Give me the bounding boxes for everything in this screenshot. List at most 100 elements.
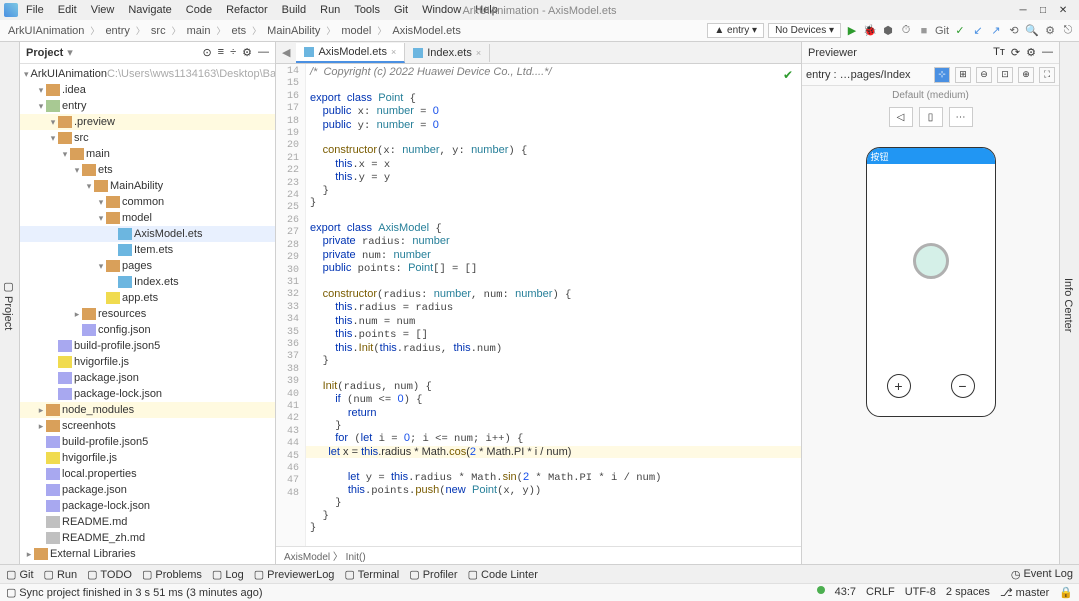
tree-node[interactable]: package-lock.json bbox=[20, 498, 275, 514]
tree-node[interactable]: package.json bbox=[20, 482, 275, 498]
tree-node[interactable]: ▾main bbox=[20, 146, 275, 162]
bottom-tab-previewerlog[interactable]: ▢ PreviewerLog bbox=[254, 568, 335, 581]
history-icon[interactable]: ⟲ bbox=[1007, 24, 1021, 38]
maximize-icon[interactable]: □ bbox=[1037, 4, 1049, 16]
tree-node[interactable]: ▸node_modules bbox=[20, 402, 275, 418]
tree-node[interactable]: ▸resources bbox=[20, 306, 275, 322]
settings-icon[interactable]: ⚙ bbox=[1043, 24, 1057, 38]
bottom-tab-log[interactable]: ▢ Log bbox=[212, 568, 244, 581]
grid-icon[interactable]: ⊞ bbox=[955, 67, 971, 83]
close-tab-icon[interactable]: × bbox=[476, 48, 481, 58]
project-tree[interactable]: ▾ArkUIAnimation C:\Users\wws1134163\Desk… bbox=[20, 64, 275, 564]
status-square-icon[interactable]: ▢ bbox=[6, 586, 16, 599]
menu-run[interactable]: Run bbox=[314, 2, 346, 18]
orient-more-icon[interactable]: ⋯ bbox=[949, 107, 973, 127]
tree-node[interactable]: README.md bbox=[20, 514, 275, 530]
bottom-tab-problems[interactable]: ▢ Problems bbox=[142, 568, 202, 581]
tree-node[interactable]: build-profile.json5 bbox=[20, 338, 275, 354]
tree-node[interactable]: Item.ets bbox=[20, 242, 275, 258]
profile-icon[interactable]: ⏱ bbox=[899, 24, 913, 38]
stop-icon[interactable]: ■ bbox=[917, 24, 931, 38]
tree-node[interactable]: local.properties bbox=[20, 466, 275, 482]
device-dropdown[interactable]: No Devices ▾ bbox=[768, 23, 841, 38]
connect-icon[interactable]: ⎋ bbox=[1061, 24, 1075, 38]
phone-minus-button[interactable]: − bbox=[951, 374, 975, 398]
status-branch[interactable]: ⎇ master bbox=[1000, 586, 1049, 599]
breadcrumb-item[interactable]: main bbox=[183, 25, 215, 37]
close-tab-icon[interactable]: × bbox=[391, 47, 396, 57]
breadcrumb-item[interactable]: ets bbox=[227, 25, 250, 37]
zoom-out-icon[interactable]: ⊖ bbox=[976, 67, 992, 83]
breadcrumb-item[interactable]: src bbox=[147, 25, 170, 37]
gear-icon[interactable]: ⚙ bbox=[242, 46, 252, 59]
tree-node[interactable]: ▾entry bbox=[20, 98, 275, 114]
close-icon[interactable]: ✕ bbox=[1057, 4, 1069, 16]
menu-git[interactable]: Git bbox=[388, 2, 414, 18]
tree-node[interactable]: ▸External Libraries bbox=[20, 546, 275, 562]
editor-tab[interactable]: Index.ets× bbox=[405, 44, 490, 62]
tree-node[interactable]: ▾ets bbox=[20, 162, 275, 178]
inspector-icon[interactable]: ⊹ bbox=[934, 67, 950, 83]
commit-icon[interactable]: ✓ bbox=[953, 24, 967, 38]
menu-view[interactable]: View bbox=[85, 2, 121, 18]
menu-refactor[interactable]: Refactor bbox=[220, 2, 274, 18]
push-icon[interactable]: ↗ bbox=[989, 24, 1003, 38]
expand-all-icon[interactable]: ≡ bbox=[218, 46, 224, 59]
breadcrumb-item[interactable]: MainAbility bbox=[263, 25, 324, 37]
status-lock-icon[interactable]: 🔒 bbox=[1059, 586, 1073, 599]
project-tool-tab[interactable]: ▢ Project bbox=[0, 274, 17, 336]
status-encoding[interactable]: CRLF bbox=[866, 586, 895, 599]
tree-node[interactable]: ▾model bbox=[20, 210, 275, 226]
bottom-tab-todo[interactable]: ▢ TODO bbox=[87, 568, 132, 581]
code-area[interactable]: /* Copyright (c) 2022 Huawei Device Co.,… bbox=[306, 64, 801, 546]
tree-node[interactable]: Scratches and Consoles bbox=[20, 562, 275, 564]
tree-node[interactable]: ▸screenhots bbox=[20, 418, 275, 434]
fullscreen-icon[interactable]: ⛶ bbox=[1039, 67, 1055, 83]
tree-node[interactable]: ▾MainAbility bbox=[20, 178, 275, 194]
search-icon[interactable]: 🔍 bbox=[1025, 24, 1039, 38]
refresh-icon[interactable]: ⟳ bbox=[1011, 46, 1020, 59]
debug-icon[interactable]: 🐞 bbox=[863, 24, 877, 38]
menu-edit[interactable]: Edit bbox=[52, 2, 83, 18]
phone-plus-button[interactable]: + bbox=[887, 374, 911, 398]
tree-node[interactable]: ▾ArkUIAnimation C:\Users\wws1134163\Desk… bbox=[20, 66, 275, 82]
tab-prev-icon[interactable]: ◀ bbox=[276, 46, 296, 59]
orient-portrait-icon[interactable]: ▯ bbox=[919, 107, 943, 127]
tree-node[interactable]: Index.ets bbox=[20, 274, 275, 290]
hide-icon[interactable]: — bbox=[258, 46, 269, 59]
collapse-all-icon[interactable]: ÷ bbox=[230, 46, 236, 59]
tree-node[interactable]: README_zh.md bbox=[20, 530, 275, 546]
tree-node[interactable]: package-lock.json bbox=[20, 386, 275, 402]
tree-node[interactable]: ▾.idea bbox=[20, 82, 275, 98]
editor-tab[interactable]: AxisModel.ets× bbox=[296, 43, 405, 63]
config-dropdown[interactable]: ▲ entry ▾ bbox=[707, 23, 764, 38]
tree-node[interactable]: ▾common bbox=[20, 194, 275, 210]
zoom-in-icon[interactable]: ⊕ bbox=[1018, 67, 1034, 83]
update-icon[interactable]: ↙ bbox=[971, 24, 985, 38]
tree-node[interactable]: hvigorfile.js bbox=[20, 450, 275, 466]
breadcrumb-item[interactable]: model bbox=[337, 25, 375, 37]
preview-hide-icon[interactable]: — bbox=[1042, 46, 1053, 59]
run-icon[interactable]: ▶ bbox=[845, 24, 859, 38]
info-center-tab[interactable]: Info Center bbox=[1060, 272, 1076, 338]
coverage-icon[interactable]: ⬢ bbox=[881, 24, 895, 38]
breadcrumb-item[interactable]: entry bbox=[101, 25, 133, 37]
menu-navigate[interactable]: Navigate bbox=[122, 2, 177, 18]
tree-node[interactable]: config.json bbox=[20, 322, 275, 338]
status-charset[interactable]: UTF-8 bbox=[905, 586, 936, 599]
event-log-tab[interactable]: ◷ Event Log bbox=[1011, 568, 1073, 581]
tree-node[interactable]: AxisModel.ets bbox=[20, 226, 275, 242]
breadcrumb-item[interactable]: AxisModel.ets bbox=[388, 25, 464, 37]
status-position[interactable]: 43:7 bbox=[835, 586, 856, 599]
git-icon[interactable]: Git bbox=[935, 24, 949, 38]
bottom-tab-git[interactable]: ▢ Git bbox=[6, 568, 34, 581]
tree-node[interactable]: build-profile.json5 bbox=[20, 434, 275, 450]
menu-tools[interactable]: Tools bbox=[348, 2, 386, 18]
tree-node[interactable]: package.json bbox=[20, 370, 275, 386]
font-inc-icon[interactable]: Tт bbox=[993, 46, 1005, 59]
tree-node[interactable]: ▾.preview bbox=[20, 114, 275, 130]
tree-node[interactable]: app.ets bbox=[20, 290, 275, 306]
preview-settings-icon[interactable]: ⚙ bbox=[1026, 46, 1036, 59]
breadcrumb-item[interactable]: ArkUIAnimation bbox=[4, 25, 88, 37]
editor-breadcrumb[interactable]: AxisModel 〉 Init() bbox=[276, 546, 801, 564]
